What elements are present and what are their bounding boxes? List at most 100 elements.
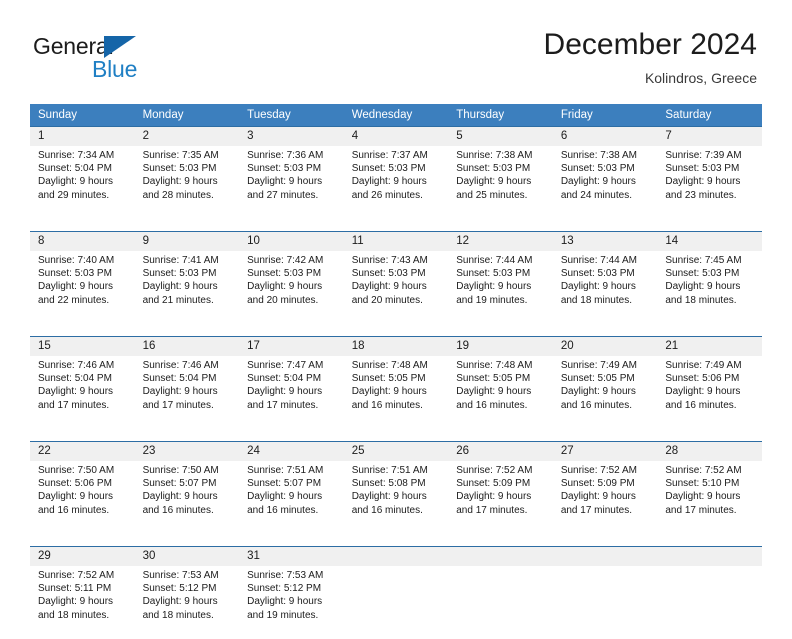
empty-day-cell (344, 547, 449, 567)
sunrise-text: Sunrise: 7:51 AM (352, 464, 443, 477)
sunset-text: Sunset: 5:05 PM (456, 372, 547, 385)
day-number-cell[interactable]: 3 (239, 127, 344, 147)
day-number-cell[interactable]: 6 (553, 127, 658, 147)
sunrise-text: Sunrise: 7:44 AM (456, 254, 547, 267)
day-detail-cell[interactable]: Sunrise: 7:48 AMSunset: 5:05 PMDaylight:… (448, 356, 553, 429)
day-detail-cell[interactable]: Sunrise: 7:52 AMSunset: 5:09 PMDaylight:… (553, 461, 658, 534)
week-daynumber-row: 1234567 (30, 127, 762, 147)
day-number-cell[interactable]: 4 (344, 127, 449, 147)
day-number-cell[interactable]: 1 (30, 127, 135, 147)
sunrise-text: Sunrise: 7:47 AM (247, 359, 338, 372)
day-number-cell[interactable]: 31 (239, 547, 344, 567)
day-detail-cell[interactable]: Sunrise: 7:40 AMSunset: 5:03 PMDaylight:… (30, 251, 135, 324)
empty-detail-cell (553, 566, 658, 639)
day-detail-cell[interactable]: Sunrise: 7:52 AMSunset: 5:11 PMDaylight:… (30, 566, 135, 639)
daylight-text-line1: Daylight: 9 hours (561, 490, 652, 503)
day-number-cell[interactable]: 30 (135, 547, 240, 567)
general-blue-logo[interactable]: General Blue (33, 33, 233, 89)
day-number-cell[interactable]: 15 (30, 337, 135, 357)
week-detail-row: Sunrise: 7:50 AMSunset: 5:06 PMDaylight:… (30, 461, 762, 534)
day-number-cell[interactable]: 28 (657, 442, 762, 462)
day-number-cell[interactable]: 7 (657, 127, 762, 147)
calendar-grid: Sunday Monday Tuesday Wednesday Thursday… (30, 104, 762, 639)
calendar-body: 1234567Sunrise: 7:34 AMSunset: 5:04 PMDa… (30, 127, 762, 639)
day-number-cell[interactable]: 29 (30, 547, 135, 567)
sunrise-text: Sunrise: 7:35 AM (143, 149, 234, 162)
day-number-cell[interactable]: 17 (239, 337, 344, 357)
day-number-cell[interactable]: 25 (344, 442, 449, 462)
day-number-cell[interactable]: 22 (30, 442, 135, 462)
week-detail-row: Sunrise: 7:34 AMSunset: 5:04 PMDaylight:… (30, 146, 762, 219)
day-number-cell[interactable]: 26 (448, 442, 553, 462)
day-detail-cell[interactable]: Sunrise: 7:44 AMSunset: 5:03 PMDaylight:… (553, 251, 658, 324)
daylight-text-line2: and 18 minutes. (38, 609, 129, 622)
day-detail-cell[interactable]: Sunrise: 7:53 AMSunset: 5:12 PMDaylight:… (135, 566, 240, 639)
weekday-header-monday: Monday (135, 104, 240, 127)
day-detail-cell[interactable]: Sunrise: 7:49 AMSunset: 5:05 PMDaylight:… (553, 356, 658, 429)
daylight-text-line1: Daylight: 9 hours (456, 175, 547, 188)
day-detail-cell[interactable]: Sunrise: 7:50 AMSunset: 5:06 PMDaylight:… (30, 461, 135, 534)
day-number-cell[interactable]: 11 (344, 232, 449, 252)
daylight-text-line1: Daylight: 9 hours (38, 385, 129, 398)
day-number-cell[interactable]: 2 (135, 127, 240, 147)
week-daynumber-row: 22232425262728 (30, 442, 762, 462)
weekday-header-thursday: Thursday (448, 104, 553, 127)
sunrise-text: Sunrise: 7:53 AM (247, 569, 338, 582)
day-detail-cell[interactable]: Sunrise: 7:35 AMSunset: 5:03 PMDaylight:… (135, 146, 240, 219)
day-detail-cell[interactable]: Sunrise: 7:37 AMSunset: 5:03 PMDaylight:… (344, 146, 449, 219)
day-detail-cell[interactable]: Sunrise: 7:44 AMSunset: 5:03 PMDaylight:… (448, 251, 553, 324)
day-detail-cell[interactable]: Sunrise: 7:49 AMSunset: 5:06 PMDaylight:… (657, 356, 762, 429)
day-detail-cell[interactable]: Sunrise: 7:43 AMSunset: 5:03 PMDaylight:… (344, 251, 449, 324)
day-detail-cell[interactable]: Sunrise: 7:36 AMSunset: 5:03 PMDaylight:… (239, 146, 344, 219)
page-subtitle-location: Kolindros, Greece (544, 68, 757, 88)
day-detail-cell[interactable]: Sunrise: 7:46 AMSunset: 5:04 PMDaylight:… (30, 356, 135, 429)
day-number-cell[interactable]: 13 (553, 232, 658, 252)
day-detail-cell[interactable]: Sunrise: 7:50 AMSunset: 5:07 PMDaylight:… (135, 461, 240, 534)
week-spacer-cell (30, 219, 762, 232)
day-number-cell[interactable]: 8 (30, 232, 135, 252)
daylight-text-line2: and 20 minutes. (247, 294, 338, 307)
daylight-text-line1: Daylight: 9 hours (143, 280, 234, 293)
day-number-cell[interactable]: 10 (239, 232, 344, 252)
sunrise-text: Sunrise: 7:41 AM (143, 254, 234, 267)
daylight-text-line2: and 16 minutes. (561, 399, 652, 412)
week-spacer-row (30, 324, 762, 337)
day-number-cell[interactable]: 24 (239, 442, 344, 462)
week-spacer-row (30, 429, 762, 442)
day-detail-cell[interactable]: Sunrise: 7:41 AMSunset: 5:03 PMDaylight:… (135, 251, 240, 324)
day-detail-cell[interactable]: Sunrise: 7:42 AMSunset: 5:03 PMDaylight:… (239, 251, 344, 324)
day-detail-cell[interactable]: Sunrise: 7:34 AMSunset: 5:04 PMDaylight:… (30, 146, 135, 219)
day-number-cell[interactable]: 19 (448, 337, 553, 357)
day-detail-cell[interactable]: Sunrise: 7:46 AMSunset: 5:04 PMDaylight:… (135, 356, 240, 429)
day-detail-cell[interactable]: Sunrise: 7:38 AMSunset: 5:03 PMDaylight:… (448, 146, 553, 219)
day-number-cell[interactable]: 27 (553, 442, 658, 462)
daylight-text-line1: Daylight: 9 hours (352, 385, 443, 398)
day-detail-cell[interactable]: Sunrise: 7:52 AMSunset: 5:10 PMDaylight:… (657, 461, 762, 534)
day-detail-cell[interactable]: Sunrise: 7:39 AMSunset: 5:03 PMDaylight:… (657, 146, 762, 219)
sunset-text: Sunset: 5:04 PM (38, 372, 129, 385)
day-detail-cell[interactable]: Sunrise: 7:51 AMSunset: 5:08 PMDaylight:… (344, 461, 449, 534)
sunset-text: Sunset: 5:03 PM (143, 267, 234, 280)
daylight-text-line2: and 27 minutes. (247, 189, 338, 202)
day-number-cell[interactable]: 9 (135, 232, 240, 252)
day-detail-cell[interactable]: Sunrise: 7:38 AMSunset: 5:03 PMDaylight:… (553, 146, 658, 219)
day-detail-cell[interactable]: Sunrise: 7:48 AMSunset: 5:05 PMDaylight:… (344, 356, 449, 429)
day-detail-cell[interactable]: Sunrise: 7:45 AMSunset: 5:03 PMDaylight:… (657, 251, 762, 324)
day-number-cell[interactable]: 21 (657, 337, 762, 357)
sunset-text: Sunset: 5:04 PM (247, 372, 338, 385)
day-number-cell[interactable]: 23 (135, 442, 240, 462)
day-detail-cell[interactable]: Sunrise: 7:53 AMSunset: 5:12 PMDaylight:… (239, 566, 344, 639)
day-detail-cell[interactable]: Sunrise: 7:51 AMSunset: 5:07 PMDaylight:… (239, 461, 344, 534)
day-number-cell[interactable]: 14 (657, 232, 762, 252)
daylight-text-line2: and 19 minutes. (247, 609, 338, 622)
empty-day-cell (553, 547, 658, 567)
day-number-cell[interactable]: 5 (448, 127, 553, 147)
day-detail-cell[interactable]: Sunrise: 7:47 AMSunset: 5:04 PMDaylight:… (239, 356, 344, 429)
day-number-cell[interactable]: 18 (344, 337, 449, 357)
calendar-page: General Blue December 2024 Kolindros, Gr… (0, 0, 792, 612)
day-number-cell[interactable]: 12 (448, 232, 553, 252)
day-number-cell[interactable]: 20 (553, 337, 658, 357)
sunset-text: Sunset: 5:03 PM (456, 162, 547, 175)
day-number-cell[interactable]: 16 (135, 337, 240, 357)
day-detail-cell[interactable]: Sunrise: 7:52 AMSunset: 5:09 PMDaylight:… (448, 461, 553, 534)
